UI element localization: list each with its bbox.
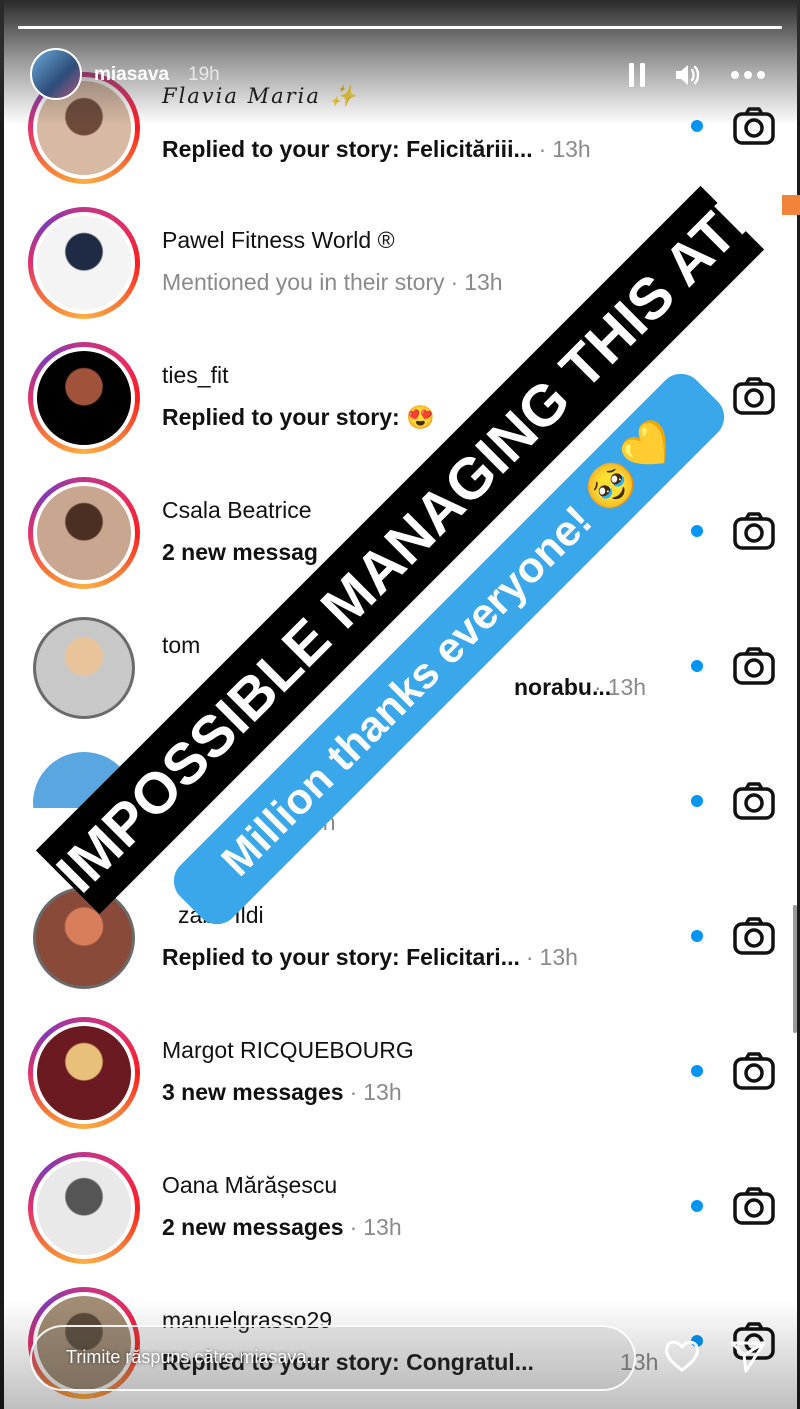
unread-dot bbox=[691, 525, 703, 537]
avatar[interactable] bbox=[28, 342, 140, 454]
unread-dot bbox=[691, 795, 703, 807]
message-row[interactable]: Oana Mărășescu 2 new messages · 13h bbox=[0, 1140, 800, 1275]
separator-dot: · bbox=[450, 269, 459, 295]
reply-placeholder: Trimite răspuns către miasava... bbox=[66, 1347, 322, 1367]
story-time: 19h bbox=[188, 64, 220, 85]
more-horizontal-icon[interactable] bbox=[726, 58, 770, 92]
send-icon[interactable] bbox=[728, 1336, 768, 1376]
message-time: 13h bbox=[464, 269, 503, 295]
story-progress-bar bbox=[18, 26, 782, 29]
avatar-image bbox=[33, 617, 135, 719]
avatar-image bbox=[33, 347, 135, 449]
left-edge bbox=[0, 0, 4, 1409]
unread-dot bbox=[691, 930, 703, 942]
message-text: 3 new messages bbox=[162, 1079, 344, 1105]
sender-name: tom bbox=[162, 632, 201, 658]
message-preview: Replied to your story: 😍 bbox=[162, 404, 447, 431]
story-frame: Flavia Maria ✨Replied to your story: Fel… bbox=[0, 0, 800, 1409]
separator-dot: · bbox=[594, 674, 602, 700]
separator-dot: · bbox=[349, 1214, 358, 1240]
message-time: 13h bbox=[607, 674, 647, 700]
message-text: 2 new messag bbox=[162, 539, 318, 565]
camera-icon[interactable] bbox=[732, 511, 776, 551]
avatar-image bbox=[33, 1157, 135, 1259]
avatar-image bbox=[33, 1022, 135, 1124]
avatar[interactable] bbox=[28, 477, 140, 589]
camera-icon[interactable] bbox=[732, 916, 776, 956]
story-username[interactable]: miasava bbox=[94, 64, 169, 86]
avatar-image bbox=[33, 482, 135, 584]
message-text: Mentioned you in their story bbox=[162, 269, 445, 295]
sender-name: Margot RICQUEBOURG bbox=[162, 1037, 414, 1063]
message-preview: 3 new messages · 13h bbox=[162, 1079, 402, 1106]
message-time: 13h bbox=[363, 1214, 402, 1240]
corner-tab bbox=[782, 195, 800, 215]
message-preview: 2 new messag bbox=[162, 539, 330, 566]
message-row[interactable]: Margot RICQUEBOURG 3 new messages · 13h bbox=[0, 1005, 800, 1140]
unread-dot bbox=[691, 1200, 703, 1212]
camera-icon[interactable] bbox=[732, 646, 776, 686]
reply-input[interactable]: Trimite răspuns către miasava... bbox=[30, 1325, 636, 1391]
scrollbar[interactable] bbox=[793, 905, 797, 1033]
message-preview: 2 new messages · 13h bbox=[162, 1214, 402, 1241]
camera-icon[interactable] bbox=[732, 376, 776, 416]
separator-dot: · bbox=[349, 1079, 358, 1105]
message-preview: Replied to your story: Felicitari... · 13h bbox=[162, 944, 578, 971]
camera-icon[interactable] bbox=[732, 1051, 776, 1091]
time-wrap: · 13h bbox=[588, 674, 646, 701]
camera-icon[interactable] bbox=[732, 781, 776, 821]
camera-icon[interactable] bbox=[732, 1186, 776, 1226]
story-progress-fill bbox=[18, 26, 782, 29]
message-text: 2 new messages bbox=[162, 1214, 344, 1240]
pause-icon[interactable] bbox=[622, 58, 652, 92]
message-text: Replied to your story: Felicităriii... bbox=[162, 136, 533, 162]
message-preview: Replied to your story: Felicităriii... · 1… bbox=[162, 136, 591, 163]
heart-icon[interactable] bbox=[662, 1336, 702, 1376]
avatar[interactable] bbox=[28, 1152, 140, 1264]
separator-dot: · bbox=[525, 944, 534, 970]
message-preview: Mentioned you in their story · 13h bbox=[162, 269, 503, 296]
avatar[interactable] bbox=[28, 207, 140, 319]
sender-name: Csala Beatrice bbox=[162, 497, 312, 523]
sender-name: Pawel Fitness World ® bbox=[162, 227, 395, 253]
unread-dot bbox=[691, 1065, 703, 1077]
story-avatar[interactable] bbox=[30, 48, 82, 100]
message-text: Replied to your story: 😍 bbox=[162, 404, 435, 430]
separator-dot: · bbox=[538, 136, 547, 162]
sender-name: Oana Mărășescu bbox=[162, 1172, 338, 1198]
message-time: 13h bbox=[552, 136, 591, 162]
avatar[interactable] bbox=[28, 612, 140, 724]
message-time: 13h bbox=[363, 1079, 402, 1105]
unread-dot bbox=[691, 660, 703, 672]
avatar-image bbox=[33, 212, 135, 314]
avatar[interactable] bbox=[28, 1017, 140, 1129]
volume-icon[interactable] bbox=[672, 58, 704, 92]
message-time: 13h bbox=[539, 944, 578, 970]
avatar-image bbox=[33, 887, 135, 989]
message-text: Replied to your story: Felicitari... bbox=[162, 944, 520, 970]
sender-name: ties_fit bbox=[162, 362, 229, 388]
